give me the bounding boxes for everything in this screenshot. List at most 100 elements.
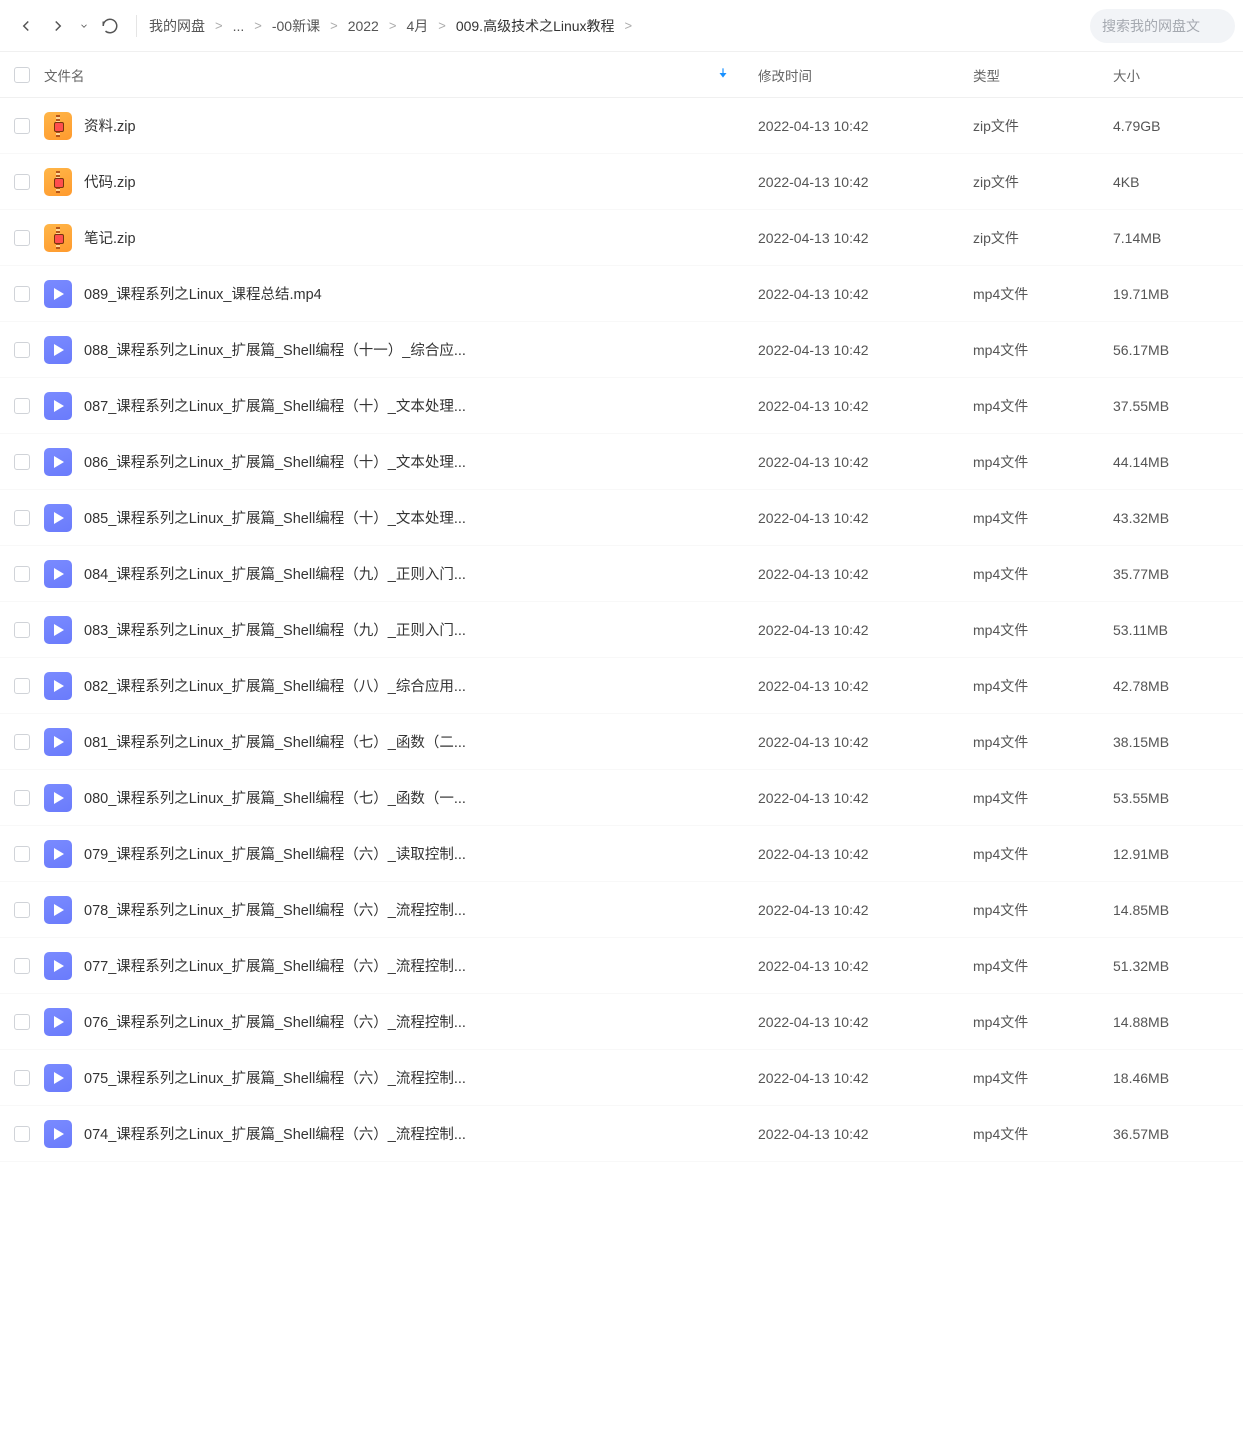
cell-name[interactable]: 081_课程系列之Linux_扩展篇_Shell编程（七）_函数（二... [44, 727, 758, 757]
breadcrumb-item[interactable]: 我的网盘 [147, 14, 207, 38]
file-row[interactable]: 076_课程系列之Linux_扩展篇_Shell编程（六）_流程控制...202… [0, 994, 1243, 1050]
row-checkbox[interactable] [14, 846, 30, 862]
video-file-icon [44, 672, 72, 700]
cell-name[interactable]: 074_课程系列之Linux_扩展篇_Shell编程（六）_流程控制... [44, 1119, 758, 1149]
row-checkbox[interactable] [14, 118, 30, 134]
breadcrumb-item[interactable]: -00新课 [270, 14, 322, 38]
cell-mtime: 2022-04-13 10:42 [758, 118, 973, 134]
column-header-size[interactable]: 大小 [1113, 65, 1243, 85]
cell-name[interactable]: 083_课程系列之Linux_扩展篇_Shell编程（九）_正则入门... [44, 615, 758, 645]
file-row[interactable]: 083_课程系列之Linux_扩展篇_Shell编程（九）_正则入门...202… [0, 602, 1243, 658]
file-row[interactable]: 074_课程系列之Linux_扩展篇_Shell编程（六）_流程控制...202… [0, 1106, 1243, 1162]
cell-mtime: 2022-04-13 10:42 [758, 902, 973, 918]
file-row[interactable]: 笔记.zip2022-04-13 10:42zip文件7.14MB [0, 210, 1243, 266]
cell-name[interactable]: 资料.zip [44, 111, 758, 141]
cell-type: mp4文件 [973, 340, 1113, 360]
cell-name[interactable]: 078_课程系列之Linux_扩展篇_Shell编程（六）_流程控制... [44, 895, 758, 925]
file-row[interactable]: 代码.zip2022-04-13 10:42zip文件4KB [0, 154, 1243, 210]
file-row[interactable]: 077_课程系列之Linux_扩展篇_Shell编程（六）_流程控制...202… [0, 938, 1243, 994]
video-file-icon [44, 1064, 72, 1092]
row-checkbox[interactable] [14, 286, 30, 302]
zip-file-icon [44, 112, 72, 140]
file-row[interactable]: 080_课程系列之Linux_扩展篇_Shell编程（七）_函数（一...202… [0, 770, 1243, 826]
breadcrumb-item[interactable]: 4月 [404, 14, 430, 38]
row-checkbox[interactable] [14, 1070, 30, 1086]
row-checkbox[interactable] [14, 678, 30, 694]
cell-name[interactable]: 笔记.zip [44, 223, 758, 253]
cell-name[interactable]: 076_课程系列之Linux_扩展篇_Shell编程（六）_流程控制... [44, 1007, 758, 1037]
row-checkbox[interactable] [14, 902, 30, 918]
cell-name[interactable]: 080_课程系列之Linux_扩展篇_Shell编程（七）_函数（一... [44, 783, 758, 813]
file-row[interactable]: 081_课程系列之Linux_扩展篇_Shell编程（七）_函数（二...202… [0, 714, 1243, 770]
file-row[interactable]: 086_课程系列之Linux_扩展篇_Shell编程（十）_文本处理...202… [0, 434, 1243, 490]
file-row[interactable]: 079_课程系列之Linux_扩展篇_Shell编程（六）_读取控制...202… [0, 826, 1243, 882]
row-checkbox[interactable] [14, 174, 30, 190]
row-checkbox[interactable] [14, 230, 30, 246]
row-checkbox[interactable] [14, 454, 30, 470]
breadcrumb-item[interactable]: 2022 [346, 16, 381, 36]
cell-size: 18.46MB [1113, 1070, 1243, 1086]
cell-size: 4KB [1113, 174, 1243, 190]
cell-name[interactable]: 087_课程系列之Linux_扩展篇_Shell编程（十）_文本处理... [44, 391, 758, 421]
breadcrumb-item[interactable]: 009.高级技术之Linux教程 [454, 14, 617, 38]
row-checkbox[interactable] [14, 566, 30, 582]
file-row[interactable]: 087_课程系列之Linux_扩展篇_Shell编程（十）_文本处理...202… [0, 378, 1243, 434]
search-input[interactable] [1102, 18, 1223, 34]
select-all-checkbox[interactable] [14, 67, 30, 83]
row-checkbox[interactable] [14, 790, 30, 806]
nav-refresh-button[interactable] [96, 12, 124, 40]
row-checkbox[interactable] [14, 510, 30, 526]
cell-name[interactable]: 075_课程系列之Linux_扩展篇_Shell编程（六）_流程控制... [44, 1063, 758, 1093]
column-header-size-label: 大小 [1113, 69, 1140, 84]
file-row[interactable]: 082_课程系列之Linux_扩展篇_Shell编程（八）_综合应用...202… [0, 658, 1243, 714]
file-row[interactable]: 资料.zip2022-04-13 10:42zip文件4.79GB [0, 98, 1243, 154]
video-file-icon [44, 392, 72, 420]
cell-size: 12.91MB [1113, 846, 1243, 862]
cell-type: mp4文件 [973, 1068, 1113, 1088]
file-name: 078_课程系列之Linux_扩展篇_Shell编程（六）_流程控制... [84, 899, 466, 920]
column-header-type[interactable]: 类型 [973, 65, 1113, 85]
file-name: 084_课程系列之Linux_扩展篇_Shell编程（九）_正则入门... [84, 563, 466, 584]
row-checkbox[interactable] [14, 398, 30, 414]
file-name: 077_课程系列之Linux_扩展篇_Shell编程（六）_流程控制... [84, 955, 466, 976]
row-checkbox[interactable] [14, 958, 30, 974]
column-header-name[interactable]: 文件名 [44, 65, 758, 85]
cell-type: mp4文件 [973, 508, 1113, 528]
cell-type: mp4文件 [973, 452, 1113, 472]
cell-size: 51.32MB [1113, 958, 1243, 974]
file-row[interactable]: 084_课程系列之Linux_扩展篇_Shell编程（九）_正则入门...202… [0, 546, 1243, 602]
row-checkbox[interactable] [14, 1014, 30, 1030]
video-file-icon [44, 504, 72, 532]
file-row[interactable]: 085_课程系列之Linux_扩展篇_Shell编程（十）_文本处理...202… [0, 490, 1243, 546]
cell-size: 14.85MB [1113, 902, 1243, 918]
cell-name[interactable]: 088_课程系列之Linux_扩展篇_Shell编程（十一）_综合应... [44, 335, 758, 365]
breadcrumb-item[interactable]: ... [231, 16, 247, 36]
cell-name[interactable]: 079_课程系列之Linux_扩展篇_Shell编程（六）_读取控制... [44, 839, 758, 869]
cell-size: 43.32MB [1113, 510, 1243, 526]
file-row[interactable]: 075_课程系列之Linux_扩展篇_Shell编程（六）_流程控制...202… [0, 1050, 1243, 1106]
breadcrumb-separator-icon: > [322, 18, 346, 33]
column-header-mtime[interactable]: 修改时间 [758, 65, 973, 85]
cell-name[interactable]: 089_课程系列之Linux_课程总结.mp4 [44, 279, 758, 309]
row-checkbox[interactable] [14, 622, 30, 638]
row-checkbox[interactable] [14, 342, 30, 358]
file-row[interactable]: 078_课程系列之Linux_扩展篇_Shell编程（六）_流程控制... 202… [0, 882, 1243, 938]
nav-forward-button[interactable] [44, 12, 72, 40]
file-row[interactable]: 089_课程系列之Linux_课程总结.mp42022-04-13 10:42m… [0, 266, 1243, 322]
cell-name[interactable]: 082_课程系列之Linux_扩展篇_Shell编程（八）_综合应用... [44, 671, 758, 701]
row-checkbox[interactable] [14, 1126, 30, 1142]
cell-mtime: 2022-04-13 10:42 [758, 398, 973, 414]
cell-mtime: 2022-04-13 10:42 [758, 846, 973, 862]
cell-mtime: 2022-04-13 10:42 [758, 454, 973, 470]
search-box[interactable] [1090, 9, 1235, 43]
cell-name[interactable]: 084_课程系列之Linux_扩展篇_Shell编程（九）_正则入门... [44, 559, 758, 589]
cell-name[interactable]: 077_课程系列之Linux_扩展篇_Shell编程（六）_流程控制... [44, 951, 758, 981]
nav-back-button[interactable] [12, 12, 40, 40]
cell-name[interactable]: 086_课程系列之Linux_扩展篇_Shell编程（十）_文本处理... [44, 447, 758, 477]
file-row[interactable]: 088_课程系列之Linux_扩展篇_Shell编程（十一）_综合应...202… [0, 322, 1243, 378]
cell-name[interactable]: 代码.zip [44, 167, 758, 197]
video-file-icon [44, 1008, 72, 1036]
nav-history-dropdown[interactable] [76, 12, 92, 40]
row-checkbox[interactable] [14, 734, 30, 750]
cell-name[interactable]: 085_课程系列之Linux_扩展篇_Shell编程（十）_文本处理... [44, 503, 758, 533]
